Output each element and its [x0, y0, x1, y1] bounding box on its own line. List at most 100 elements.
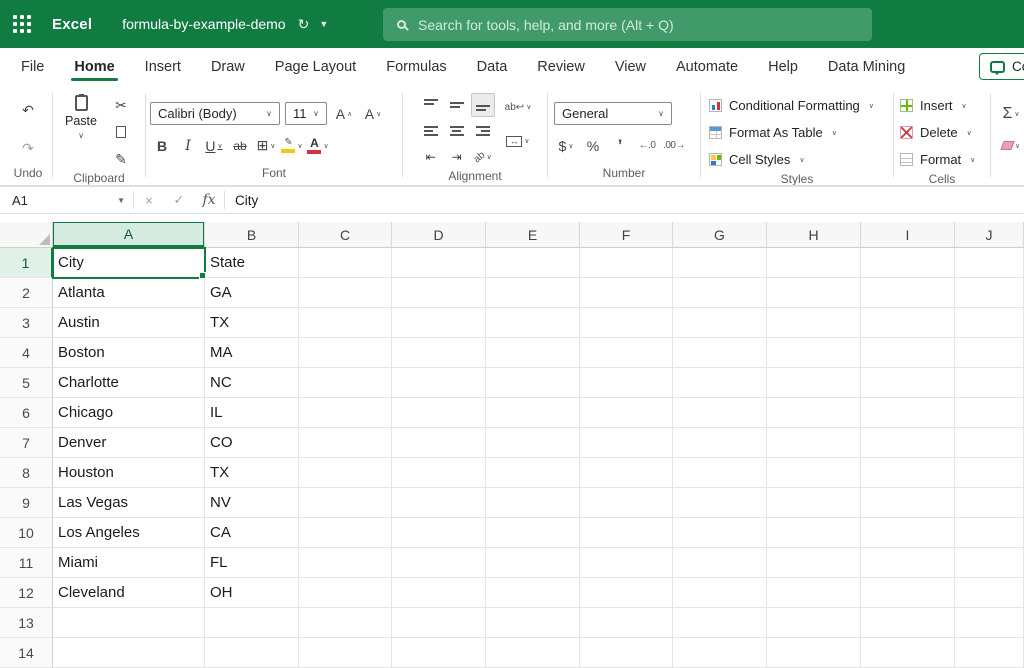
cell-A3[interactable]: Austin [53, 308, 205, 338]
cell-A6[interactable]: Chicago [53, 398, 205, 428]
cell-G12[interactable] [673, 578, 767, 608]
cell-E5[interactable] [486, 368, 580, 398]
cell-D14[interactable] [392, 638, 486, 668]
cell-J3[interactable] [955, 308, 1024, 338]
cell-J9[interactable] [955, 488, 1024, 518]
cell-H14[interactable] [767, 638, 861, 668]
cell-E11[interactable] [486, 548, 580, 578]
column-header-A[interactable]: A [53, 222, 205, 248]
cell-A14[interactable] [53, 638, 205, 668]
row-header-7[interactable]: 7 [0, 428, 53, 458]
cell-J13[interactable] [955, 608, 1024, 638]
underline-button[interactable]: U∨ [202, 134, 226, 158]
row-header-13[interactable]: 13 [0, 608, 53, 638]
cell-G8[interactable] [673, 458, 767, 488]
cell-F5[interactable] [580, 368, 673, 398]
cell-B12[interactable]: OH [205, 578, 299, 608]
cell-A12[interactable]: Cleveland [53, 578, 205, 608]
tab-home[interactable]: Home [59, 48, 129, 85]
italic-button[interactable]: I [176, 134, 200, 158]
cell-E12[interactable] [486, 578, 580, 608]
name-box[interactable]: A1 ▼ [0, 187, 133, 213]
tab-insert[interactable]: Insert [130, 48, 196, 85]
cell-D9[interactable] [392, 488, 486, 518]
cell-E14[interactable] [486, 638, 580, 668]
cell-I14[interactable] [861, 638, 955, 668]
cell-B7[interactable]: CO [205, 428, 299, 458]
cell-J10[interactable] [955, 518, 1024, 548]
cell-F11[interactable] [580, 548, 673, 578]
cell-B2[interactable]: GA [205, 278, 299, 308]
cell-E9[interactable] [486, 488, 580, 518]
select-all-corner[interactable] [0, 222, 53, 248]
cell-I12[interactable] [861, 578, 955, 608]
cell-I3[interactable] [861, 308, 955, 338]
cell-I9[interactable] [861, 488, 955, 518]
row-header-1[interactable]: 1 [0, 248, 53, 278]
cell-D11[interactable] [392, 548, 486, 578]
column-header-I[interactable]: I [861, 222, 955, 248]
cell-C9[interactable] [299, 488, 392, 518]
cell-D12[interactable] [392, 578, 486, 608]
cell-C11[interactable] [299, 548, 392, 578]
cell-B1[interactable]: State [205, 248, 299, 278]
cell-I5[interactable] [861, 368, 955, 398]
cell-G6[interactable] [673, 398, 767, 428]
cell-G13[interactable] [673, 608, 767, 638]
cell-F12[interactable] [580, 578, 673, 608]
cell-H6[interactable] [767, 398, 861, 428]
autosum-button[interactable]: Σ∨ [999, 102, 1023, 126]
cell-B8[interactable]: TX [205, 458, 299, 488]
cell-A5[interactable]: Charlotte [53, 368, 205, 398]
cell-D3[interactable] [392, 308, 486, 338]
cell-A7[interactable]: Denver [53, 428, 205, 458]
decrease-indent-button[interactable]: ⇤ [419, 145, 443, 169]
cell-J2[interactable] [955, 278, 1024, 308]
wrap-text-button[interactable]: ab↩∨ [505, 95, 532, 119]
row-header-6[interactable]: 6 [0, 398, 53, 428]
font-size-select[interactable]: 11 ∨ [285, 102, 327, 125]
cell-H11[interactable] [767, 548, 861, 578]
row-header-9[interactable]: 9 [0, 488, 53, 518]
cell-J14[interactable] [955, 638, 1024, 668]
row-header-5[interactable]: 5 [0, 368, 53, 398]
font-family-select[interactable]: Calibri (Body) ∨ [150, 102, 280, 125]
align-bottom-button[interactable] [471, 93, 495, 117]
cell-D2[interactable] [392, 278, 486, 308]
cell-D1[interactable] [392, 248, 486, 278]
cell-C2[interactable] [299, 278, 392, 308]
row-header-11[interactable]: 11 [0, 548, 53, 578]
fill-color-button[interactable]: ✎ ∨ [280, 134, 304, 158]
cell-D13[interactable] [392, 608, 486, 638]
insert-cells-button[interactable]: Insert∨ [900, 93, 988, 118]
cell-I13[interactable] [861, 608, 955, 638]
merge-cells-button[interactable]: ↔∨ [505, 129, 532, 153]
column-header-G[interactable]: G [673, 222, 767, 248]
tab-formulas[interactable]: Formulas [371, 48, 461, 85]
tab-data[interactable]: Data [462, 48, 523, 85]
redo-button[interactable]: ↷ [16, 137, 40, 161]
format-cells-button[interactable]: Format∨ [900, 147, 988, 172]
cell-G4[interactable] [673, 338, 767, 368]
column-header-F[interactable]: F [580, 222, 673, 248]
strikethrough-button[interactable]: ab [228, 134, 252, 158]
tab-view[interactable]: View [600, 48, 661, 85]
cell-C13[interactable] [299, 608, 392, 638]
cell-E6[interactable] [486, 398, 580, 428]
cell-F4[interactable] [580, 338, 673, 368]
cell-H4[interactable] [767, 338, 861, 368]
insert-function-button[interactable]: fx [194, 192, 224, 208]
paste-button[interactable]: Paste ∨ [65, 93, 97, 140]
clear-button[interactable]: ∨ [999, 134, 1023, 158]
cell-E3[interactable] [486, 308, 580, 338]
cell-J5[interactable] [955, 368, 1024, 398]
cell-H12[interactable] [767, 578, 861, 608]
column-header-B[interactable]: B [205, 222, 299, 248]
cell-H13[interactable] [767, 608, 861, 638]
align-top-button[interactable] [419, 93, 443, 117]
cell-B4[interactable]: MA [205, 338, 299, 368]
cell-E13[interactable] [486, 608, 580, 638]
cell-B11[interactable]: FL [205, 548, 299, 578]
shrink-font-button[interactable]: A∨ [361, 102, 385, 126]
cell-G5[interactable] [673, 368, 767, 398]
